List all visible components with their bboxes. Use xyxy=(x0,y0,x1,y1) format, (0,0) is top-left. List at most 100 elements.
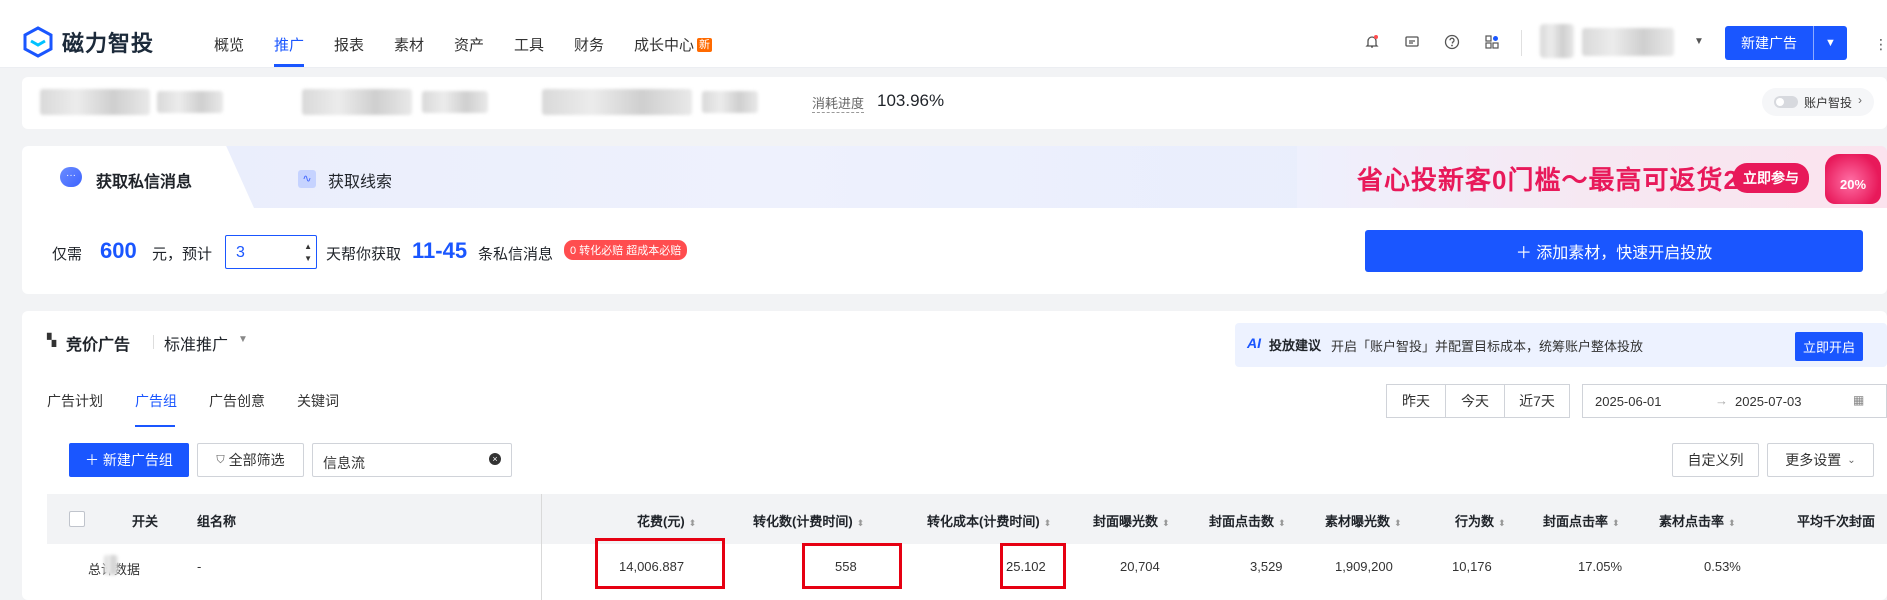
nav-item-overview[interactable]: 概览 xyxy=(214,34,244,55)
leads-icon: ∿ xyxy=(298,170,316,188)
banner-join-button[interactable]: 立即参与 xyxy=(1733,163,1809,193)
ad-management-card: ▚ 竞价广告 标准推广 ▼ AI 投放建议 开启「账户智投」并配置目标成本，统筹… xyxy=(22,311,1887,600)
date-today[interactable]: 今天 xyxy=(1445,384,1505,418)
subtab-active-indicator xyxy=(135,425,175,427)
search-input[interactable]: 信息流 × xyxy=(312,443,512,477)
nav-item-assets[interactable]: 资产 xyxy=(454,34,484,55)
nav-item-growth-center[interactable]: 成长中心新 xyxy=(634,34,713,55)
col-conversions[interactable]: 转化数(计费时间) ⬍ xyxy=(753,511,864,530)
gift-percent: 20% xyxy=(1839,177,1867,192)
days-value: 3 xyxy=(236,244,245,261)
col-cover-impressions-label: 封面曝光数 xyxy=(1093,514,1159,529)
progress-value: 103.96% xyxy=(877,91,945,110)
tab-private-message-label: 获取私信消息 xyxy=(96,174,193,191)
tab-leads-label[interactable]: 获取线索 xyxy=(328,168,392,192)
nav-item-growth-label: 成长中心 xyxy=(634,37,695,54)
tab-keywords[interactable]: 关键词 xyxy=(297,391,339,411)
nav-item-finance[interactable]: 财务 xyxy=(574,34,604,55)
custom-columns-button[interactable]: 自定义列 xyxy=(1672,443,1759,477)
col-cpa[interactable]: 转化成本(计费时间) ⬍ xyxy=(927,511,1051,530)
text-yuan-est: 元，预计 xyxy=(152,246,213,263)
message-icon[interactable] xyxy=(1402,34,1422,54)
brand-logo[interactable]: 磁力智投 xyxy=(22,26,154,58)
smart-toggle-wrap[interactable]: 账户智投 › xyxy=(1762,88,1874,116)
calendar-icon[interactable]: ▦ xyxy=(1853,393,1864,407)
ai-suggestion-box: AI 投放建议 开启「账户智投」并配置目标成本，统筹账户整体投放 立即开启 xyxy=(1235,323,1887,367)
divider xyxy=(1521,30,1522,56)
date-range-picker[interactable]: 2025-06-01 → 2025-07-03 ▦ xyxy=(1582,384,1887,418)
stepper-down-icon[interactable]: ▼ xyxy=(304,254,312,263)
col-conversions-label: 转化数(计费时间) xyxy=(753,514,853,529)
account-field-redacted xyxy=(40,89,150,115)
new-ad-button[interactable]: 新建广告 ▼ xyxy=(1725,26,1847,60)
col-material-ctr[interactable]: 素材点击率 ⬍ xyxy=(1659,511,1736,530)
days-stepper[interactable]: 3 ▲ ▼ xyxy=(225,235,317,269)
caret-down-icon[interactable]: ▼ xyxy=(238,334,248,345)
sort-icon[interactable]: ⬍ xyxy=(689,518,697,528)
sort-icon[interactable]: ⬍ xyxy=(1498,518,1506,528)
chevron-down-icon: ⌄ xyxy=(1847,454,1856,466)
nav-active-indicator xyxy=(274,64,304,67)
divider xyxy=(153,335,154,349)
total-row-name: - xyxy=(197,559,202,574)
col-cover-clicks-label: 封面点击数 xyxy=(1209,514,1275,529)
add-material-button[interactable]: ＋ 添加素材，快速开启投放 xyxy=(1365,230,1863,272)
col-cover-clicks[interactable]: 封面点击数 ⬍ xyxy=(1209,511,1286,530)
nav-item-materials[interactable]: 素材 xyxy=(394,34,424,55)
message-range: 11-45 xyxy=(412,238,468,263)
tab-ad-creative[interactable]: 广告创意 xyxy=(209,391,265,411)
toggle-knob xyxy=(1776,98,1784,106)
sort-icon[interactable]: ⬍ xyxy=(1612,518,1620,528)
tab-ad-plan[interactable]: 广告计划 xyxy=(47,391,103,411)
nav-item-tools[interactable]: 工具 xyxy=(514,34,544,55)
banner-text: 省心投新客0门槛～最高可返货20% xyxy=(1357,165,1779,195)
col-cover-impressions[interactable]: 封面曝光数 ⬍ xyxy=(1093,511,1170,530)
mode-select[interactable]: 标准推广 xyxy=(164,331,228,355)
avatar[interactable] xyxy=(1540,24,1574,58)
highlight-box-cost xyxy=(595,538,725,589)
account-value-redacted xyxy=(702,91,758,113)
date-yesterday[interactable]: 昨天 xyxy=(1386,384,1446,418)
filter-all-button[interactable]: ⛉ 全部筛选 xyxy=(197,443,304,477)
apps-icon[interactable] xyxy=(1482,34,1502,54)
clear-icon[interactable]: × xyxy=(489,453,501,465)
search-value: 信息流 xyxy=(323,455,365,471)
tab-ad-group[interactable]: 广告组 xyxy=(135,391,177,411)
new-ad-group-button[interactable]: ＋ 新建广告组 xyxy=(69,443,189,477)
more-settings-button[interactable]: 更多设置 ⌄ xyxy=(1767,443,1874,477)
account-dropdown-icon[interactable]: ▼ xyxy=(1694,36,1704,47)
col-material-impressions-label: 素材曝光数 xyxy=(1325,514,1391,529)
total-cover-ctr: 17.05% xyxy=(1578,559,1623,574)
sort-icon[interactable]: ⬍ xyxy=(1728,518,1736,528)
help-icon[interactable] xyxy=(1442,34,1462,54)
col-cover-ctr[interactable]: 封面点击率 ⬍ xyxy=(1543,511,1620,530)
date-last-7-days[interactable]: 近7天 xyxy=(1504,384,1570,418)
budget-amount: 600 xyxy=(100,238,137,263)
sort-icon[interactable]: ⬍ xyxy=(1044,518,1052,528)
col-material-ctr-label: 素材点击率 xyxy=(1659,514,1725,529)
sort-icon[interactable]: ⬍ xyxy=(1394,518,1402,528)
col-actions[interactable]: 行为数 ⬍ xyxy=(1455,511,1506,530)
bell-icon[interactable] xyxy=(1362,34,1382,54)
total-material-impressions: 1,909,200 xyxy=(1335,559,1393,574)
col-cost[interactable]: 花费(元) ⬍ xyxy=(637,511,696,530)
more-icon[interactable]: ⋮ xyxy=(1874,36,1887,53)
smart-label: 账户智投 xyxy=(1804,96,1853,110)
stepper-up-icon[interactable]: ▲ xyxy=(304,242,312,251)
col-switch: 开关 xyxy=(132,514,159,529)
nav-item-reports[interactable]: 报表 xyxy=(334,34,364,55)
account-value-redacted xyxy=(422,91,488,113)
sort-icon[interactable]: ⬍ xyxy=(857,518,865,528)
date-start[interactable]: 2025-06-01 xyxy=(1595,394,1662,409)
chevron-right-icon: › xyxy=(1858,93,1862,107)
sort-icon[interactable]: ⬍ xyxy=(1162,518,1170,528)
account-value-redacted xyxy=(157,91,223,113)
chevron-down-icon[interactable]: ▼ xyxy=(1813,26,1847,60)
date-end[interactable]: 2025-07-03 xyxy=(1735,394,1802,409)
nav-item-promotion[interactable]: 推广 xyxy=(274,34,304,55)
ai-enable-button[interactable]: 立即开启 xyxy=(1795,332,1864,361)
select-all-checkbox[interactable] xyxy=(69,511,85,527)
sort-icon[interactable]: ⬍ xyxy=(1278,518,1286,528)
col-material-impressions[interactable]: 素材曝光数 ⬍ xyxy=(1325,511,1402,530)
promo-banner[interactable]: 省心投新客0门槛～最高可返货20% 立即参与 20% xyxy=(1297,146,1887,208)
